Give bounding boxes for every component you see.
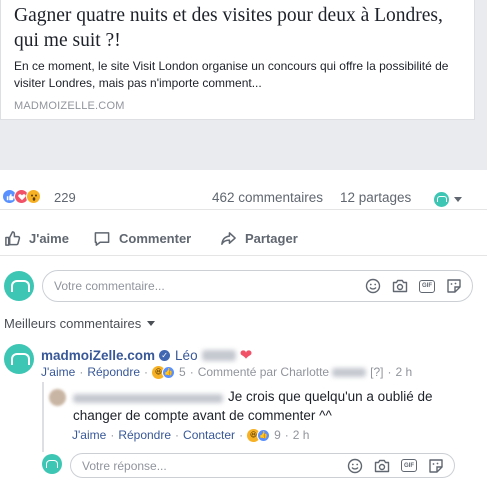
post-actions: J'aime Commenter Partager (0, 222, 487, 256)
comments-filter-dropdown[interactable]: Meilleurs commentaires (4, 316, 156, 331)
reactions-bar: 229 462 commentaires 12 partages (0, 170, 487, 210)
tagged-user-name[interactable]: Léo (175, 348, 198, 363)
comment-author-avatar[interactable] (4, 344, 34, 374)
link-domain: MADMOIZELLE.COM (14, 100, 125, 112)
share-button[interactable]: Partager (220, 230, 298, 247)
share-label: Partager (245, 231, 298, 246)
share-arrow-icon (221, 232, 236, 245)
page-voice-switcher[interactable] (434, 192, 462, 207)
like-reaction-icon: 👍 (162, 365, 176, 379)
comment-author-name[interactable]: madmoiZelle.com (41, 348, 155, 363)
comment-input[interactable]: Votre commentaire... GIF (42, 270, 473, 302)
commented-by-label[interactable]: Commenté par Charlotte (198, 365, 329, 379)
like-button[interactable]: J'aime (4, 230, 69, 247)
shares-count-link[interactable]: 12 partages (340, 190, 411, 205)
sticker-icon[interactable] (428, 458, 444, 474)
reply-composer-avatar (42, 454, 62, 474)
comment-placeholder: Votre commentaire... (54, 279, 165, 293)
reply-text-line-2: changer de compte avant de commenter ^^ (73, 408, 332, 423)
reaction-count[interactable]: 229 (54, 190, 76, 205)
comment-label: Commenter (119, 231, 192, 246)
link-description: En ce moment, le site Visit London organ… (14, 59, 449, 90)
reply-text-line-1: Je crois que quelqu'un a oublié de (228, 389, 433, 404)
comment-meta: J'aime · Répondre · 😆 👍 5 · Commenté par… (41, 365, 413, 379)
redacted-surname (332, 367, 367, 377)
comment-button[interactable]: Commenter (93, 230, 191, 247)
reply-placeholder: Votre réponse... (82, 458, 167, 473)
comment-like-link[interactable]: J'aime (41, 365, 75, 379)
comments-count-link[interactable]: 462 commentaires (212, 190, 323, 205)
comment-header: madmoiZelle.com ✓ Léo ❤ (41, 346, 252, 364)
comments-filter-label: Meilleurs commentaires (4, 316, 142, 331)
page-avatar (434, 192, 449, 207)
edited-marker[interactable]: [?] (370, 365, 383, 379)
comment-reply-link[interactable]: Répondre (87, 365, 140, 379)
reply-author-avatar[interactable] (49, 389, 66, 406)
chevron-down-icon (454, 197, 462, 202)
like-label: J'aime (29, 231, 69, 246)
comment-timestamp[interactable]: 2 h (395, 365, 412, 379)
comment-composer: Votre commentaire... GIF (2, 270, 487, 302)
sticker-icon[interactable] (446, 278, 462, 294)
reply-like-link[interactable]: J'aime (72, 428, 106, 442)
reply-input[interactable]: Votre réponse... GIF (70, 453, 455, 478)
reaction-icons[interactable] (2, 189, 41, 204)
emoji-icon[interactable] (365, 278, 381, 294)
reply-timestamp[interactable]: 2 h (293, 428, 310, 442)
chevron-down-icon (147, 321, 156, 326)
comment-bubble-icon (94, 232, 110, 246)
reply-composer-tools: GIF (336, 458, 454, 474)
link-title[interactable]: Gagner quatre nuits et des visites pour … (14, 3, 462, 53)
reply-reaction-count[interactable]: 9 (274, 428, 281, 442)
link-preview-card[interactable]: Gagner quatre nuits et des visites pour … (0, 0, 475, 120)
reply-reply-link[interactable]: Répondre (118, 428, 171, 442)
like-reaction-icon: 👍 (257, 428, 271, 442)
redacted-reply-author[interactable] (73, 394, 223, 403)
redacted-surname (201, 349, 236, 361)
gif-icon[interactable]: GIF (419, 278, 435, 294)
reply-item: Je crois que quelqu'un a oublié de chang… (42, 382, 487, 452)
camera-icon[interactable] (392, 278, 408, 294)
composer-avatar (4, 271, 34, 301)
reply-meta: J'aime · Répondre · Contacter · 😆 👍 9 · … (72, 428, 310, 442)
camera-icon[interactable] (374, 458, 390, 474)
reply-composer: Votre réponse... GIF (42, 453, 487, 479)
heart-emoji-icon: ❤ (239, 347, 253, 364)
comment-reaction-count[interactable]: 5 (179, 365, 186, 379)
reply-contact-link[interactable]: Contacter (183, 428, 235, 442)
wow-reaction-icon (26, 189, 41, 204)
gif-icon[interactable]: GIF (401, 458, 417, 474)
emoji-icon[interactable] (347, 458, 363, 474)
verified-badge-icon: ✓ (159, 349, 171, 361)
composer-tools: GIF (354, 278, 472, 294)
thumbs-up-icon (5, 231, 21, 246)
